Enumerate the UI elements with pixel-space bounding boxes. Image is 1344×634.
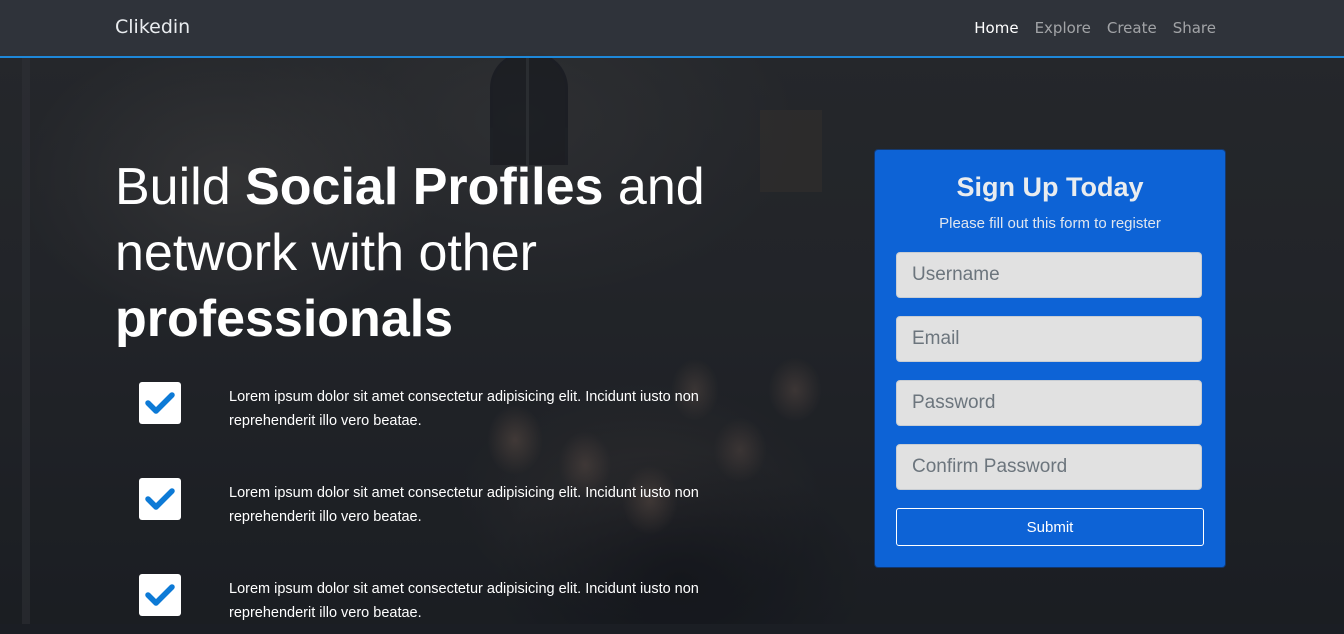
signup-card: Sign Up Today Please fill out this form … [875, 150, 1225, 567]
feature-text: Lorem ipsum dolor sit amet consectetur a… [229, 485, 699, 525]
confirm-password-input[interactable] [896, 444, 1202, 490]
hero-line1-light: Build [115, 158, 246, 216]
hero-heading: Build Social Profiles and network with o… [115, 154, 775, 352]
navbar: Clikedin Home Explore Create Share [0, 0, 1344, 58]
feature-item: Lorem ipsum dolor sit amet consectetur a… [139, 478, 779, 538]
nav-link-create[interactable]: Create [1107, 19, 1157, 37]
check-icon [139, 574, 181, 616]
check-icon [139, 382, 181, 424]
hero-line1-bold: Social Profiles [245, 158, 604, 216]
signup-title: Sign Up Today [956, 172, 1144, 202]
email-input[interactable] [896, 316, 1202, 362]
nav-link-share[interactable]: Share [1173, 19, 1216, 37]
navbar-brand[interactable]: Clikedin [115, 16, 190, 38]
check-icon [139, 478, 181, 520]
hero-line2: network with other [115, 224, 537, 282]
submit-button[interactable]: Submit [896, 508, 1204, 546]
hero-line1-end: and [603, 158, 705, 216]
hero-line3-bold: professionals [115, 290, 454, 348]
nav-link-home[interactable]: Home [974, 19, 1018, 37]
nav-link-explore[interactable]: Explore [1035, 19, 1091, 37]
feature-item: Lorem ipsum dolor sit amet consectetur a… [139, 574, 779, 634]
feature-text: Lorem ipsum dolor sit amet consectetur a… [229, 389, 699, 429]
password-input[interactable] [896, 380, 1202, 426]
username-input[interactable] [896, 252, 1202, 298]
signup-subtitle: Please fill out this form to register [939, 215, 1161, 232]
feature-item: Lorem ipsum dolor sit amet consectetur a… [139, 382, 779, 442]
nav-links: Home Explore Create Share [958, 19, 1216, 37]
feature-text: Lorem ipsum dolor sit amet consectetur a… [229, 581, 699, 621]
